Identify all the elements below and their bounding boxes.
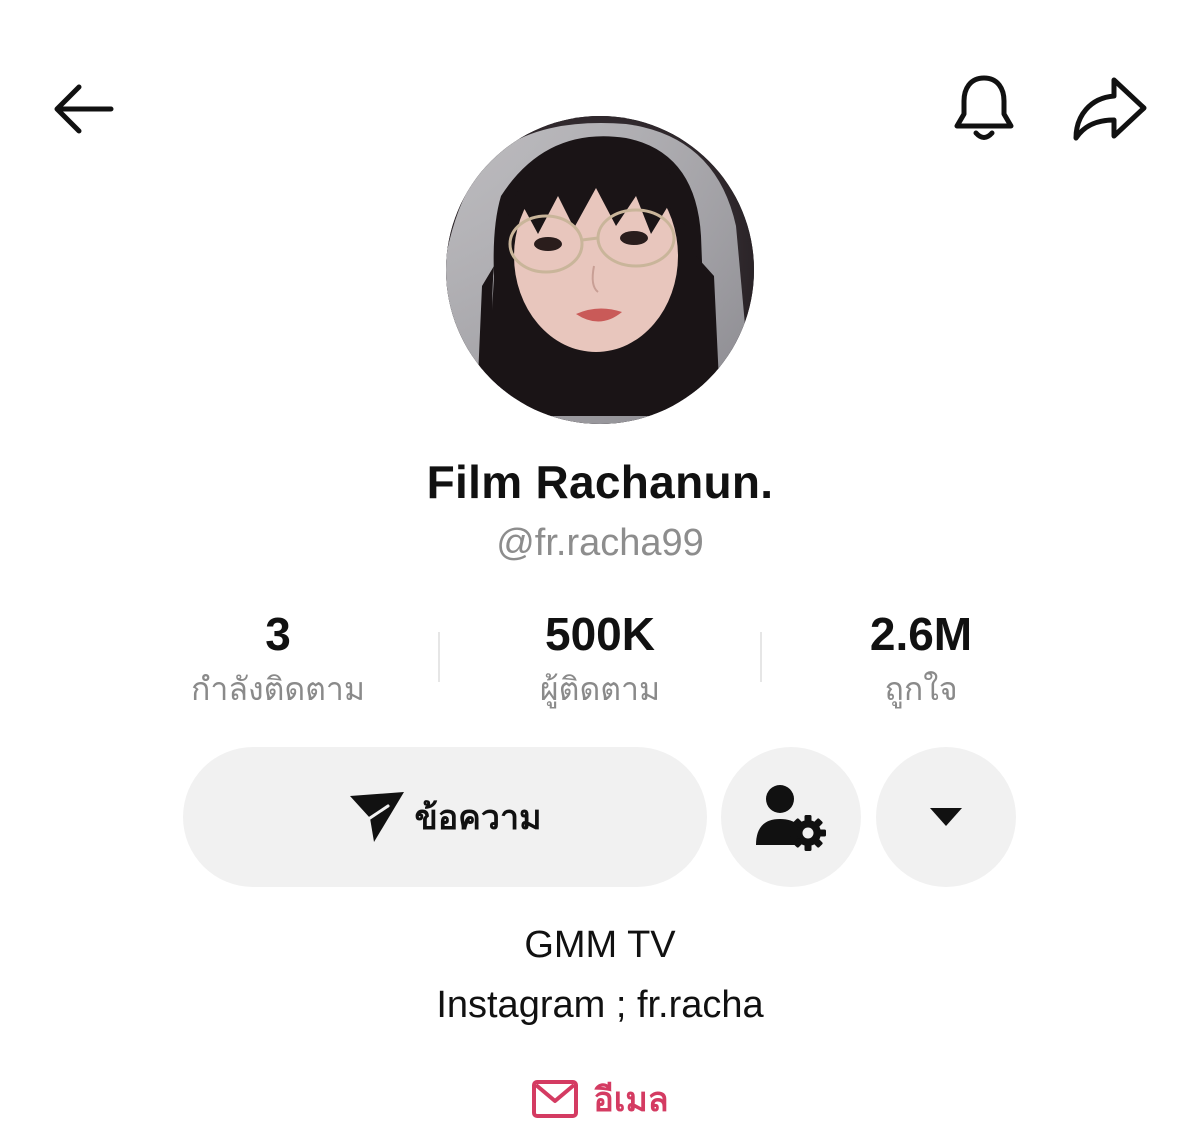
- message-button[interactable]: ข้อความ: [183, 747, 707, 887]
- following-count: 3: [265, 608, 291, 660]
- profile-settings-button[interactable]: [721, 747, 861, 887]
- notification-button[interactable]: [944, 68, 1024, 148]
- share-arrow-icon: [1073, 77, 1147, 141]
- bell-icon: [954, 75, 1014, 140]
- followers-label: ผู้ติดตาม: [539, 670, 661, 708]
- email-link[interactable]: อีเมล: [0, 1072, 1200, 1126]
- send-icon: [350, 792, 405, 842]
- message-label: ข้อความ: [414, 798, 542, 838]
- back-button[interactable]: [44, 74, 120, 144]
- following-label: กำลังติดตาม: [191, 670, 365, 708]
- caret-down-icon: [930, 808, 962, 826]
- arrow-left-icon: [54, 84, 114, 134]
- username: @fr.racha99: [496, 522, 704, 564]
- user-gear-icon: [756, 785, 826, 851]
- bio-line: GMM TV: [524, 924, 676, 966]
- more-options-button[interactable]: [876, 747, 1016, 887]
- stat-divider: [438, 632, 440, 682]
- likes-label: ถูกใจ: [884, 670, 958, 708]
- stat-likes[interactable]: 2.6M ถูกใจ: [771, 606, 1071, 712]
- mail-icon: [532, 1080, 579, 1118]
- bio-line: Instagram ; fr.racha: [436, 984, 764, 1026]
- followers-count: 500K: [545, 608, 655, 660]
- stat-divider: [760, 632, 762, 682]
- stat-following[interactable]: 3 กำลังติดตาม: [128, 606, 428, 712]
- email-label: อีเมล: [593, 1080, 669, 1120]
- avatar-image: [446, 116, 754, 424]
- display-name: Film Rachanun.: [426, 456, 774, 508]
- avatar[interactable]: [446, 116, 754, 424]
- share-button[interactable]: [1066, 72, 1152, 148]
- likes-count: 2.6M: [869, 608, 973, 660]
- stat-followers[interactable]: 500K ผู้ติดตาม: [450, 606, 750, 712]
